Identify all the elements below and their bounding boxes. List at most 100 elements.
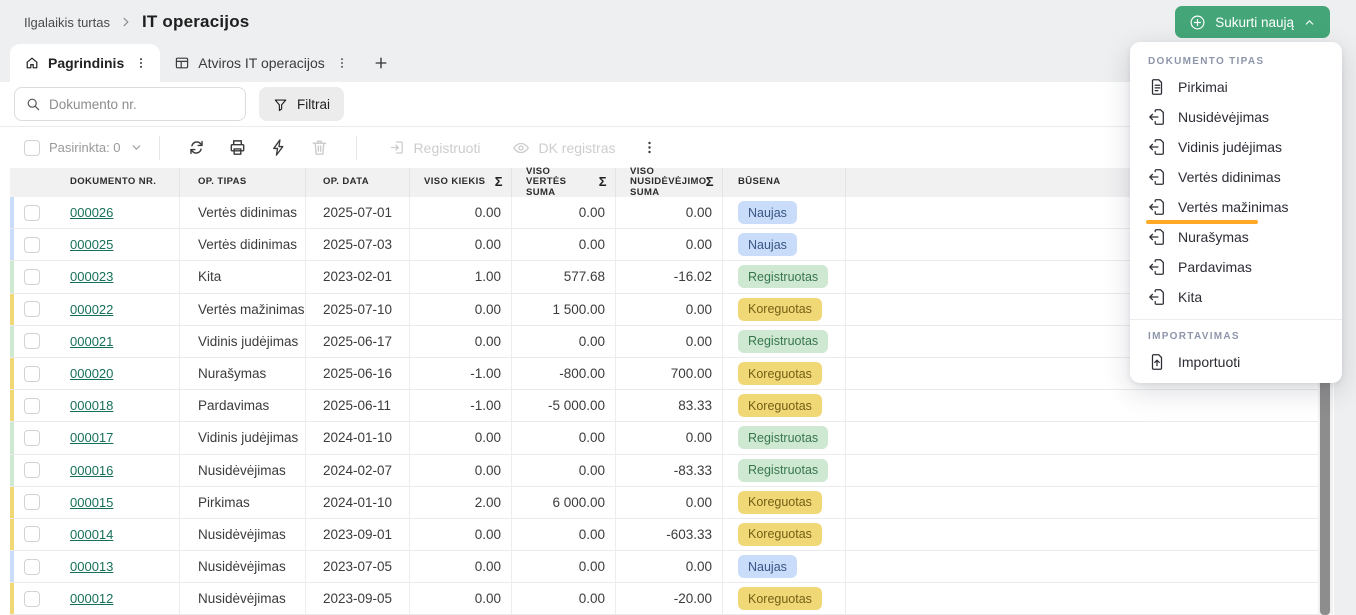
table-row[interactable]: 000017 Vidinis judėjimas 2024-01-10 0.00… [10,422,1318,454]
chevron-down-icon[interactable] [130,141,143,154]
sum-icon[interactable]: Σ [706,175,714,189]
header-total-value[interactable]: Viso vertės suma Σ [511,168,615,197]
tab-open-it-operations[interactable]: Atviros IT operacijos [160,44,361,82]
delete-button[interactable] [304,132,335,163]
menu-item[interactable]: Kita [1130,282,1342,312]
op-type-cell: Vertės mažinimas [179,294,305,325]
table-row[interactable]: 000014 Nusidėvėjimas 2023-09-01 0.00 0.0… [10,519,1318,551]
menu-item[interactable]: Vertės didinimas [1130,162,1342,192]
qty-cell: 0.00 [409,229,511,260]
header-document-nr[interactable]: Dokumento nr. [62,168,179,197]
document-number-link[interactable]: 000014 [70,527,113,542]
document-number-link[interactable]: 000025 [70,237,113,252]
chevron-up-icon [1303,16,1316,29]
document-number-link[interactable]: 000023 [70,269,113,284]
table-row[interactable]: 000026 Vertės didinimas 2025-07-01 0.00 … [10,197,1318,229]
header-op-type[interactable]: Op. tipas [179,168,305,197]
lightning-button[interactable] [263,132,294,163]
tab-open-kebab-icon[interactable] [333,54,351,72]
document-number-link[interactable]: 000013 [70,559,113,574]
row-checkbox[interactable] [24,559,40,575]
add-tab-button[interactable] [361,44,401,82]
document-nr-cell: 000017 [62,422,179,453]
depr-sum-cell: -20.00 [615,583,722,614]
document-arrow-icon [1148,228,1166,246]
header-status[interactable]: Būsena [722,168,845,197]
dk-register-button[interactable]: DK registras [504,133,623,163]
row-checkbox[interactable] [24,494,40,510]
document-number-link[interactable]: 000026 [70,205,113,220]
header-op-date[interactable]: Op. data [305,168,409,197]
table-row[interactable]: 000015 Pirkimas 2024-01-10 2.00 6 000.00… [10,487,1318,519]
print-button[interactable] [222,132,253,163]
filters-button[interactable]: Filtrai [259,87,344,121]
create-new-label: Sukurti naują [1215,15,1294,30]
row-checkbox[interactable] [24,205,40,221]
menu-item[interactable]: Vidinis judėjimas [1130,132,1342,162]
menu-item[interactable]: Pardavimas [1130,252,1342,282]
toolbar-divider [159,136,160,160]
status-badge: Registruotas [738,265,828,288]
menu-item[interactable]: Vertės mažinimas [1130,192,1342,222]
table-row[interactable]: 000025 Vertės didinimas 2025-07-03 0.00 … [10,229,1318,261]
menu-item-label: Vertės didinimas [1178,169,1281,185]
table-row[interactable]: 000012 Nusidėvėjimas 2023-09-05 0.00 0.0… [10,583,1318,615]
search-box[interactable] [14,87,246,121]
toolbar-kebab-icon[interactable] [638,134,661,161]
status-badge: Naujas [738,233,797,256]
status-cell: Naujas [722,229,845,260]
table-row[interactable]: 000016 Nusidėvėjimas 2024-02-07 0.00 0.0… [10,455,1318,487]
tab-main-kebab-icon[interactable] [132,54,150,72]
row-checkbox[interactable] [24,237,40,253]
table-row[interactable]: 000023 Kita 2023-02-01 1.00 577.68 -16.0… [10,261,1318,293]
row-checkbox[interactable] [24,301,40,317]
document-number-link[interactable]: 000015 [70,495,113,510]
table-row[interactable]: 000013 Nusidėvėjimas 2023-07-05 0.00 0.0… [10,551,1318,583]
header-total-depreciation[interactable]: Viso nusidėvėjimo suma Σ [615,168,722,197]
row-status-stripe [10,261,14,292]
row-status-stripe [10,455,14,486]
search-input[interactable] [49,97,235,112]
row-checkbox[interactable] [24,462,40,478]
qty-cell: -1.00 [409,390,511,421]
register-button[interactable]: Registruoti [381,133,489,162]
row-checkbox[interactable] [24,269,40,285]
table-row[interactable]: 000018 Pardavimas 2025-06-11 -1.00 -5 00… [10,390,1318,422]
menu-item[interactable]: Pirkimai [1130,72,1342,102]
tab-main[interactable]: Pagrindinis [10,44,160,82]
document-number-link[interactable]: 000018 [70,398,113,413]
row-checkbox[interactable] [24,398,40,414]
op-type-cell: Vidinis judėjimas [179,326,305,357]
op-type-cell: Nusidėvėjimas [179,519,305,550]
document-number-link[interactable]: 000016 [70,463,113,478]
header-total-qty[interactable]: Viso kiekis Σ [409,168,511,197]
document-number-link[interactable]: 000017 [70,430,113,445]
row-checkbox[interactable] [24,526,40,542]
table-row[interactable]: 000020 Nurašymas 2025-06-16 -1.00 -800.0… [10,358,1318,390]
status-badge: Koreguotas [738,523,822,546]
row-checkbox[interactable] [24,333,40,349]
select-all-group[interactable]: Pasirinkta: 0 [24,140,143,156]
depr-sum-cell: -83.33 [615,455,722,486]
row-status-stripe [10,229,14,260]
menu-item-import[interactable]: Importuoti [1130,347,1342,377]
menu-item[interactable]: Nurašymas [1130,222,1342,252]
row-status-stripe [10,358,14,389]
document-number-link[interactable]: 000021 [70,334,113,349]
status-badge: Naujas [738,555,797,578]
row-checkbox[interactable] [24,591,40,607]
sum-icon[interactable]: Σ [495,175,503,189]
document-number-link[interactable]: 000012 [70,591,113,606]
document-number-link[interactable]: 000022 [70,302,113,317]
menu-item[interactable]: Nusidėvėjimas [1130,102,1342,132]
sum-icon[interactable]: Σ [599,175,607,189]
select-all-checkbox[interactable] [24,140,40,156]
table-row[interactable]: 000021 Vidinis judėjimas 2025-06-17 0.00… [10,326,1318,358]
refresh-button[interactable] [181,132,212,163]
breadcrumb-parent-link[interactable]: Ilgalaikis turtas [24,15,110,30]
row-checkbox[interactable] [24,430,40,446]
table-row[interactable]: 000022 Vertės mažinimas 2025-07-10 0.00 … [10,294,1318,326]
row-checkbox[interactable] [24,366,40,382]
create-new-button[interactable]: Sukurti naują [1175,6,1330,38]
document-number-link[interactable]: 000020 [70,366,113,381]
